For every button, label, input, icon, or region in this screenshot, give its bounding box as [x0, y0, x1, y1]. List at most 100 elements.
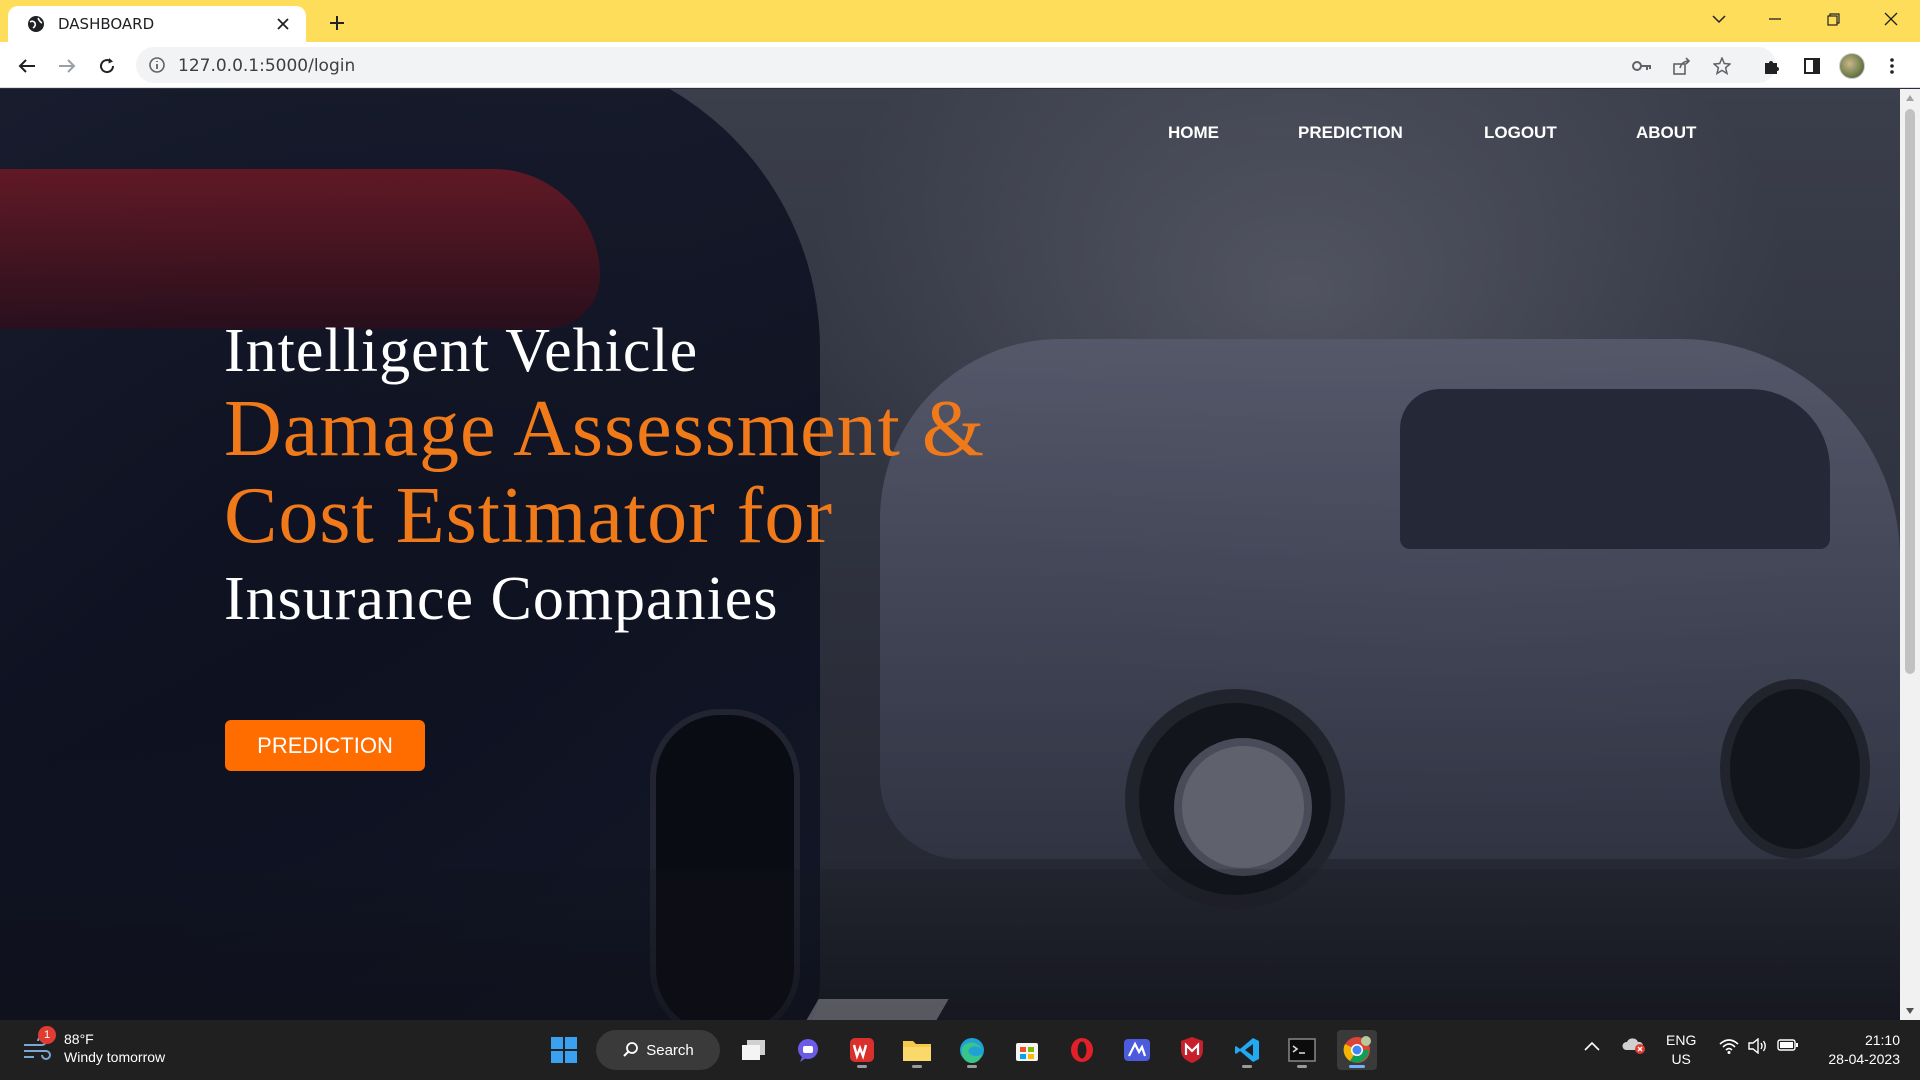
puzzle-icon — [1765, 61, 1779, 74]
reload-icon — [100, 58, 115, 74]
keyboard-region: US — [1671, 1051, 1691, 1067]
running-indicator — [1297, 1065, 1307, 1068]
folder-icon — [903, 1041, 931, 1061]
vscode-button[interactable] — [1227, 1030, 1267, 1070]
windows-logo-icon — [551, 1037, 577, 1063]
volume-icon[interactable] — [1748, 1037, 1768, 1059]
mcafee-button[interactable] — [1172, 1030, 1212, 1070]
cloud-error-icon — [1622, 1038, 1645, 1054]
forecast: Windy tomorrow — [64, 1049, 166, 1065]
close-tab-icon[interactable] — [270, 11, 296, 37]
windows-taskbar: 1 88°F Windy tomorrow Search ENG US 21:1… — [0, 1020, 1920, 1080]
terminal-icon — [1288, 1038, 1316, 1062]
start-button[interactable] — [544, 1030, 584, 1070]
edge-icon — [960, 1038, 984, 1064]
close-icon — [1884, 12, 1898, 26]
scroll-thumb[interactable] — [1905, 109, 1915, 674]
nav-logout-link[interactable]: LOGOUT — [1484, 123, 1557, 143]
profile-button[interactable] — [1836, 50, 1868, 82]
clock-time: 21:10 — [1864, 1032, 1900, 1048]
tab-title: DASHBOARD — [58, 15, 155, 33]
nav-home-link[interactable]: HOME — [1168, 123, 1219, 143]
hero-title-line-4: Insurance Companies — [224, 565, 779, 633]
side-panel-button[interactable] — [1796, 50, 1828, 82]
extensions-button[interactable] — [1756, 50, 1788, 82]
notification-badge: 1 — [38, 1026, 56, 1044]
wps-icon — [850, 1038, 874, 1062]
forward-button[interactable] — [51, 50, 83, 82]
tab-search-button[interactable] — [1690, 0, 1748, 38]
edge-browser-button[interactable] — [952, 1030, 992, 1070]
microsoft-store-button[interactable] — [1007, 1030, 1047, 1070]
task-view-button[interactable] — [734, 1030, 774, 1070]
browser-toolbar: 127.0.0.1:5000/login — [0, 42, 1920, 88]
nav-prediction-link[interactable]: PREDICTION — [1298, 123, 1403, 143]
info-icon[interactable] — [148, 56, 166, 74]
minimize-icon — [1769, 18, 1781, 20]
weather-widget[interactable]: 1 88°F Windy tomorrow — [22, 1026, 166, 1066]
chrome-icon — [1343, 1036, 1371, 1063]
share-icon[interactable] — [1671, 55, 1693, 77]
temperature: 88°F — [64, 1031, 94, 1047]
menu-button[interactable] — [1876, 50, 1908, 82]
running-indicator — [1349, 1065, 1365, 1068]
key-icon[interactable] — [1631, 55, 1653, 77]
battery-icon[interactable] — [1777, 1038, 1799, 1057]
wps-office-button[interactable] — [842, 1030, 882, 1070]
arrow-right-icon — [59, 59, 76, 73]
app-button[interactable] — [1117, 1030, 1157, 1070]
task-view-icon — [742, 1040, 765, 1060]
show-hidden-icons-button[interactable] — [1584, 1038, 1600, 1056]
hero-title-line-3: Cost Estimator for — [224, 472, 834, 560]
language-code: ENG — [1666, 1032, 1697, 1048]
teams-chat-button[interactable] — [788, 1030, 828, 1070]
opera-button[interactable] — [1062, 1030, 1102, 1070]
file-explorer-button[interactable] — [897, 1030, 937, 1070]
more-vertical-icon — [1890, 58, 1894, 74]
nav-about-link[interactable]: ABOUT — [1636, 123, 1696, 143]
new-tab-button[interactable] — [322, 8, 352, 38]
minimize-button[interactable] — [1746, 0, 1804, 38]
chrome-button[interactable] — [1337, 1030, 1377, 1070]
opera-icon — [1071, 1038, 1093, 1062]
bookmark-star-icon[interactable] — [1711, 55, 1733, 77]
restore-button[interactable] — [1804, 0, 1862, 38]
address-bar[interactable]: 127.0.0.1:5000/login — [136, 47, 1776, 83]
search-label: Search — [646, 1041, 694, 1059]
browser-tab-bar: DASHBOARD — [0, 0, 1920, 42]
browser-tab[interactable]: DASHBOARD — [8, 6, 306, 42]
wifi-icon[interactable] — [1719, 1038, 1739, 1059]
back-button[interactable] — [11, 50, 43, 82]
reload-button[interactable] — [91, 50, 123, 82]
running-indicator — [967, 1065, 977, 1068]
running-indicator — [857, 1065, 867, 1068]
page-viewport: HOME PREDICTION LOGOUT ABOUT Intelligent… — [0, 89, 1900, 1020]
running-indicator — [912, 1065, 922, 1068]
hero-title-line-2: Damage Assessment & — [224, 385, 986, 473]
clock-date: 28-04-2023 — [1828, 1051, 1900, 1067]
language-indicator[interactable]: ENG US — [1666, 1031, 1696, 1069]
chevron-down-icon — [1712, 15, 1726, 24]
url-text[interactable]: 127.0.0.1:5000/login — [178, 56, 355, 76]
scroll-up-arrow-icon[interactable] — [1900, 89, 1920, 107]
running-indicator — [1242, 1065, 1252, 1068]
side-panel-icon — [1804, 58, 1820, 74]
terminal-button[interactable] — [1282, 1030, 1322, 1070]
shield-icon — [1181, 1037, 1203, 1063]
chevron-up-icon — [1584, 1041, 1600, 1051]
restore-icon — [1826, 12, 1840, 26]
taskbar-search[interactable]: Search — [596, 1030, 720, 1070]
store-icon — [1016, 1043, 1038, 1061]
close-window-button[interactable] — [1862, 0, 1920, 38]
chat-icon — [798, 1039, 818, 1062]
search-icon — [623, 1042, 639, 1057]
scroll-down-arrow-icon[interactable] — [1900, 1002, 1920, 1020]
system-clock[interactable]: 21:10 28-04-2023 — [1808, 1031, 1900, 1069]
plus-icon — [330, 16, 344, 30]
arrow-left-icon — [18, 59, 35, 73]
prediction-button[interactable]: PREDICTION — [225, 720, 425, 771]
scrollbar[interactable] — [1900, 89, 1920, 1020]
vscode-icon — [1235, 1038, 1259, 1062]
onedrive-status[interactable] — [1622, 1036, 1646, 1059]
app-icon — [1124, 1039, 1150, 1061]
